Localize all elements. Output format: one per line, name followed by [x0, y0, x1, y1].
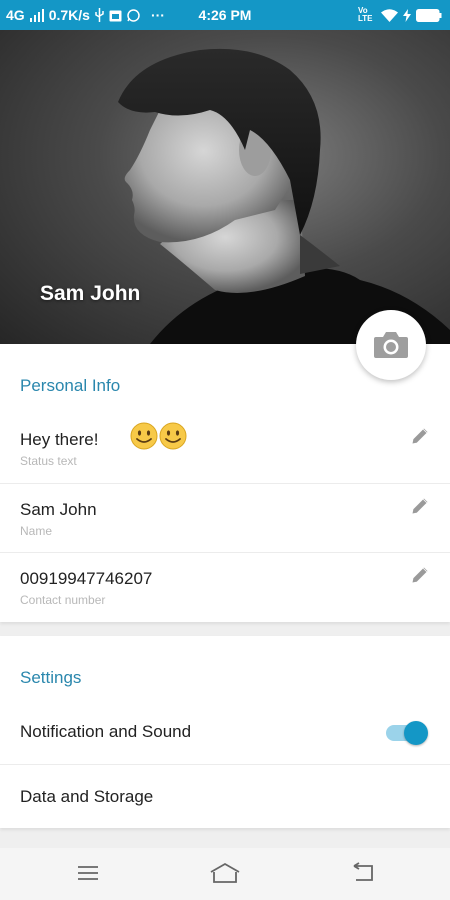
status-text-value: Hey there!	[20, 430, 99, 449]
name-value: Sam John	[20, 500, 97, 519]
contact-number-label: Contact number	[20, 593, 106, 607]
pencil-icon	[411, 566, 429, 584]
name-label: Name	[20, 524, 53, 538]
menu-icon	[78, 866, 98, 880]
contact-row[interactable]: 00919947746207 Contact number	[0, 553, 450, 623]
profile-header: Sam John	[0, 30, 450, 344]
settings-title: Settings	[20, 668, 82, 687]
edit-contact-button[interactable]	[410, 565, 430, 590]
status-text-label: Status text	[20, 454, 77, 468]
name-row[interactable]: Sam John Name	[0, 484, 450, 554]
camera-icon	[374, 332, 408, 358]
profile-name: Sam John	[40, 282, 141, 305]
status-row[interactable]: Hey there! Status text	[0, 414, 450, 484]
edit-status-button[interactable]	[410, 426, 430, 451]
notification-toggle[interactable]	[386, 720, 428, 746]
personal-info-title: Personal Info	[20, 376, 121, 395]
menu-button[interactable]	[76, 862, 100, 889]
toggle-knob	[404, 721, 428, 745]
charging-icon	[403, 8, 411, 22]
system-navigation-bar	[0, 848, 450, 900]
back-icon	[353, 862, 373, 881]
data-storage-label: Data and Storage	[20, 787, 154, 806]
data-storage-row[interactable]: Data and Storage	[0, 765, 450, 827]
home-icon	[210, 862, 240, 883]
wifi-icon	[381, 8, 398, 22]
battery-icon	[416, 8, 442, 22]
smiley-emoji-icon	[130, 422, 187, 450]
personal-info-card: Personal Info Hey there! Status text Sam…	[0, 344, 450, 622]
pencil-icon	[411, 427, 429, 445]
back-button[interactable]	[350, 862, 376, 889]
status-bar: 4G 0.7K/s ··· 4:26 PM Vo LTE	[0, 0, 450, 30]
change-photo-button[interactable]	[356, 310, 426, 380]
home-button[interactable]	[209, 862, 241, 889]
pencil-icon	[411, 497, 429, 515]
settings-card: Settings Notification and Sound Data and…	[0, 636, 450, 828]
volte-indicator: Vo LTE	[358, 6, 373, 23]
notification-row[interactable]: Notification and Sound	[0, 706, 450, 764]
notification-label: Notification and Sound	[20, 722, 192, 741]
edit-name-button[interactable]	[410, 496, 430, 521]
contact-number-value: 00919947746207	[20, 569, 153, 588]
